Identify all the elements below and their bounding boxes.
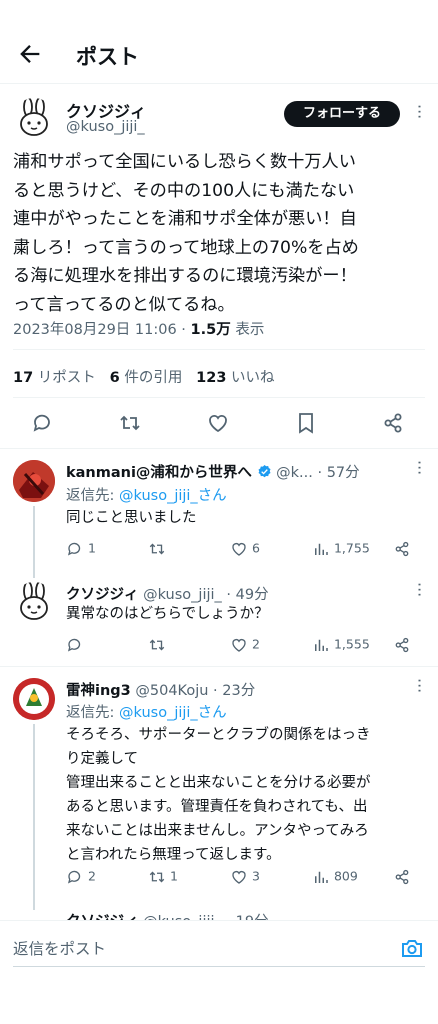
reply-icon [67,870,81,884]
reply-author-name: 雷神ing3 [66,683,131,699]
thread-line [33,724,35,910]
reply-text-line: 管理出来ることと出来ないことを分ける必要が [66,775,371,791]
composer-underline [13,966,425,967]
page-title: ポスト [76,45,139,69]
reply-handle-time: @504Koju · 23分 [130,683,256,699]
like-button[interactable]: 3 [230,868,260,886]
reply-handle-time: @kuso_jiji_ · 49分 [138,587,269,603]
reply-author[interactable]: クソジジィ @kuso_jiji_ · 49分 [66,583,269,604]
post-timestamp[interactable]: 2023年08月29日 11:06 · [13,322,191,338]
repost-icon [149,871,165,883]
reply-author-name: クソジジィ [66,587,139,603]
post-stats: 17 リポスト 6 件の引用 123 いいね [13,366,275,387]
views-chart-icon [315,639,328,651]
post-text-line: る海に処理水を排出するのに環境汚染がー！ [13,266,357,286]
views-button[interactable]: 1,555 [312,636,370,654]
post-text-line: ると思うけど、その中の100人にも満たない [13,180,355,201]
post-meta: 2023年08月29日 11:06 · 1.5万 表示 [13,318,264,339]
bookmark-icon[interactable] [294,411,318,435]
reply-avatar[interactable] [13,460,55,502]
reply-text: 同じこと思いました [66,510,197,526]
verified-badge-icon [258,464,271,478]
reposts-stat[interactable]: 17 リポスト [13,370,96,386]
reply-text-line: と言われたら無理って返します。 [66,847,281,863]
reply-icon [67,638,81,652]
like-icon [232,639,246,652]
reply-button[interactable]: 1 [66,540,96,558]
share-icon[interactable] [393,636,411,654]
divider [0,666,438,667]
repost-button[interactable]: 1 [148,868,178,886]
views-count: 1.5万 [190,322,231,338]
reply-text-line: そろそろ、サポーターとクラブの関係をはっき [66,727,371,743]
more-options-icon[interactable]: ··· [410,582,429,597]
reply-input[interactable]: 返信をポスト [13,937,106,959]
likes-stat[interactable]: 123 いいね [196,370,274,386]
top-bar: ポスト [0,0,438,84]
reply-text: そろそろ、サポーターとクラブの関係をはっき り定義して 管理出来ることと出来ない… [66,723,426,867]
repost-icon [149,543,165,555]
views-chart-icon [315,871,328,883]
reply-button[interactable]: 2 [66,868,96,886]
reply-to: 返信先: @kuso_jiji_さん [66,488,227,504]
reply-text-line: あると思います。管理責任を負わされても、出 [66,799,368,815]
share-icon[interactable] [393,540,411,558]
divider [0,448,438,449]
reply-author-name: kanmani@浦和から世界へ [66,465,252,481]
more-options-icon[interactable]: ··· [410,104,429,119]
thread-line [33,506,35,578]
reply-icon[interactable] [31,411,55,435]
reply-button[interactable] [66,636,84,654]
reply-author[interactable]: kanmani@浦和から世界へ @k... · 57分 [66,461,360,482]
post-text: 浦和サポって全国にいるし恐らく数十万人い ると思うけど、その中の100人にも満た… [13,148,423,319]
reply-text: 異常なのはどちらでしょうか？ [66,606,269,622]
repost-icon [149,639,165,651]
avatar-image [13,460,55,502]
views-button[interactable]: 809 [312,868,358,886]
like-icon[interactable] [206,411,230,435]
views-button[interactable]: 1,755 [312,540,370,558]
reply-to: 返信先: @kuso_jiji_さん [66,705,227,721]
share-icon[interactable] [393,868,411,886]
reply-avatar[interactable] [13,678,55,720]
quotes-stat[interactable]: 6 件の引用 [110,370,183,386]
reply-text-line: 来ないことは出来ませんし。アンタやってみろ [66,823,369,839]
post-text-line: 粛しろ！って言うのって地球上の70%を占め [13,237,359,258]
reply-handle-time: @k... · 57分 [276,465,360,481]
rabbit-avatar-icon [20,582,48,620]
post-text-line: 連中がやったことを浦和サポ全体が悪い！自 [13,209,357,229]
divider [13,397,425,398]
repost-icon[interactable] [118,411,142,435]
reply-to-link[interactable]: @kuso_jiji_さん [119,488,227,504]
camera-icon[interactable] [400,936,424,960]
author-handle[interactable]: @kuso_jiji_ [66,119,145,135]
like-button[interactable]: 2 [230,636,260,654]
post-text-line: って言ってるのと似てるね。 [13,294,235,315]
reply-text-line: り定義して [66,751,139,767]
like-icon [232,871,246,884]
avatar-image [13,678,55,720]
like-icon [232,543,246,556]
views-chart-icon [315,543,328,555]
repost-button[interactable] [148,636,166,654]
back-arrow-icon[interactable] [16,40,44,68]
repost-button[interactable] [148,540,166,558]
share-icon[interactable] [381,411,405,435]
like-button[interactable]: 6 [230,540,260,558]
post-action-bar [0,403,438,443]
more-options-icon[interactable]: ··· [410,460,429,475]
reply-to-link[interactable]: @kuso_jiji_さん [119,705,227,721]
post-text-line: 浦和サポって全国にいるし恐らく数十万人い [13,152,356,172]
reply-author[interactable]: 雷神ing3 @504Koju · 23分 [66,679,255,700]
author-avatar[interactable] [13,98,55,140]
follow-button[interactable]: フォローする [284,101,400,127]
divider [13,349,425,350]
rabbit-avatar-icon [20,98,48,136]
more-options-icon[interactable]: ··· [410,678,429,693]
views-label: 表示 [230,322,265,338]
reply-icon [67,542,81,556]
reply-avatar[interactable] [13,582,55,624]
